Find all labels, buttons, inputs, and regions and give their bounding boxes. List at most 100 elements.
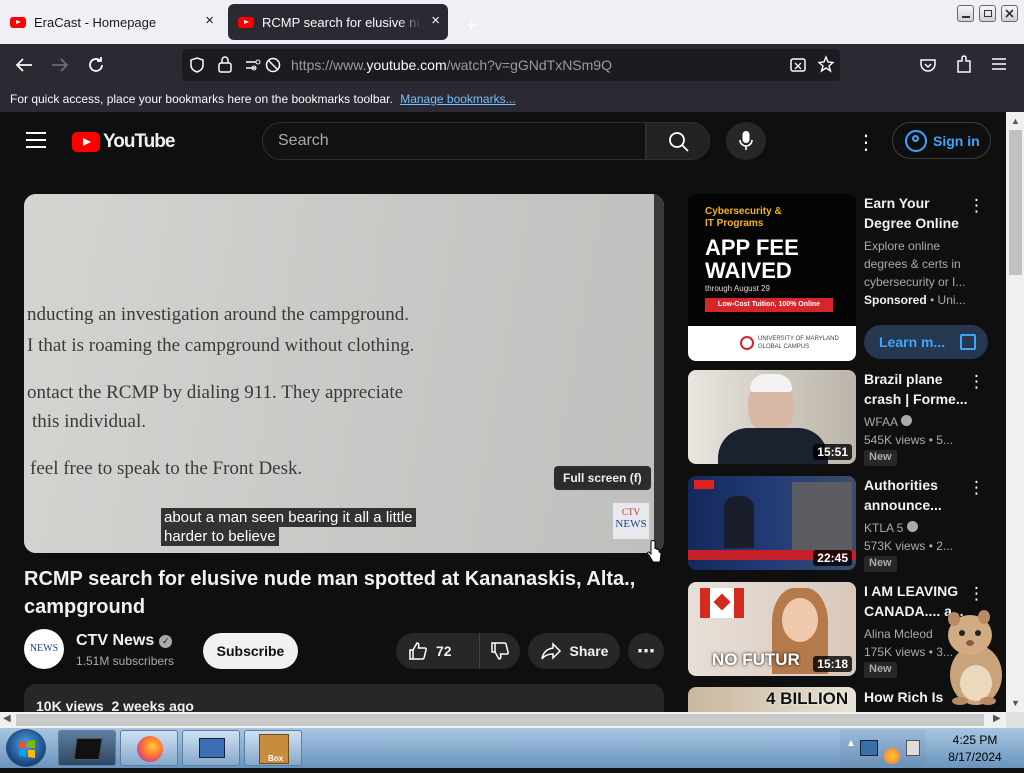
show-hidden-icons[interactable]: ▲	[846, 738, 856, 749]
tab-rcmp-video[interactable]: RCMP search for elusive nude man spotted…	[228, 4, 448, 40]
ad-thumbnail[interactable]: Cybersecurity & IT Programs APP FEE WAIVED…	[688, 194, 856, 361]
pocket-icon[interactable]	[919, 56, 937, 74]
ctv-news-watermark: CTV NEWS	[612, 502, 650, 540]
verified-check-icon	[906, 521, 918, 532]
video-title-link[interactable]: Authorities announce...	[864, 475, 974, 515]
search-input[interactable]: Search	[262, 122, 646, 160]
close-tab-icon[interactable]: ×	[205, 13, 214, 29]
thumb-person	[792, 482, 852, 550]
scroll-down-icon[interactable]: ▼	[1011, 698, 1020, 708]
start-button[interactable]	[6, 729, 46, 767]
new-badge: New	[864, 450, 897, 466]
system-tray: ▲	[840, 730, 926, 766]
video-menu-icon[interactable]: ⋮	[968, 478, 985, 498]
bookmarks-hint: For quick access, place your bookmarks h…	[10, 92, 393, 106]
notice-text-line: feel free to speak to the Front Desk.	[30, 458, 303, 479]
taskbar-box-app[interactable]: Box	[244, 730, 302, 766]
scroll-right-icon[interactable]: ▶	[993, 713, 1001, 724]
horizontal-scroll-thumb[interactable]	[16, 714, 984, 726]
youtube-logo[interactable]: YouTube	[72, 131, 175, 153]
notice-text-line: ontact the RCMP by dialing 911. They app…	[27, 382, 404, 403]
learn-more-button[interactable]: Learn m...	[864, 325, 988, 359]
channel-name[interactable]: CTV News ✓	[76, 632, 173, 650]
video-thumbnail[interactable]: 22:45	[688, 476, 856, 570]
dislike-button[interactable]	[480, 633, 520, 669]
share-button[interactable]: Share	[528, 633, 620, 669]
horizontal-scrollbar[interactable]: ◀ ▶	[0, 712, 1006, 728]
network-icon[interactable]	[906, 740, 920, 756]
thumb-suit	[718, 428, 828, 464]
video-channel: KTLA 5	[864, 519, 974, 537]
bookmark-star-icon[interactable]	[817, 55, 835, 73]
verified-check-icon: ✓	[159, 635, 173, 648]
voice-search-button[interactable]	[726, 122, 766, 160]
youtube-header: YouTube Search ⋮ Sign in	[0, 112, 1006, 170]
lock-icon[interactable]	[217, 55, 233, 73]
shield-icon[interactable]	[188, 56, 206, 74]
video-thumbnail[interactable]: 15:51	[688, 370, 856, 464]
extensions-icon[interactable]	[955, 55, 973, 75]
browser-tab-bar: EraCast - Homepage × RCMP search for elu…	[0, 0, 1024, 44]
video-frame-edge	[654, 194, 664, 553]
video-thumbnail[interactable]: NO FUTUR 15:18	[688, 582, 856, 676]
address-bar[interactable]: https://www.youtube.com/watch?v=gGNdTxNS…	[182, 49, 840, 81]
video-menu-icon[interactable]: ⋮	[968, 584, 985, 604]
computer-icon	[199, 738, 225, 758]
scroll-up-icon[interactable]: ▲	[1011, 116, 1020, 126]
external-link-icon	[960, 334, 976, 350]
notice-text-line: nducting an investigation around the cam…	[27, 304, 410, 325]
thumb-overlay-text: NO FUTUR	[712, 650, 800, 669]
video-channel: WFAA	[864, 413, 974, 431]
like-dislike-group: 72	[396, 633, 520, 669]
video-thumbnail[interactable]: 4 BILLION	[688, 687, 856, 712]
windows-taskbar: Box ▲ 4:25 PM 8/17/2024	[0, 728, 1024, 768]
tab-title: RCMP search for elusive nude man spotted…	[262, 14, 422, 30]
video-menu-icon[interactable]: ⋮	[968, 372, 985, 392]
new-tab-button[interactable]: +	[456, 8, 488, 44]
reload-icon[interactable]	[86, 55, 106, 75]
thumb-face	[782, 598, 818, 642]
manage-bookmarks-link[interactable]: Manage bookmarks...	[400, 92, 515, 106]
application-menu-icon[interactable]	[991, 57, 1007, 71]
caption-line: harder to believe	[161, 527, 279, 546]
taskbar-network-app[interactable]	[182, 730, 240, 766]
forward-arrow-icon[interactable]	[50, 56, 70, 74]
video-title-link[interactable]: Brazil plane crash | Forme...	[864, 369, 974, 409]
tray-app-icon[interactable]	[860, 740, 878, 756]
ad-headline: APP FEE WAIVED	[705, 235, 799, 283]
thumb-overlay-text: 4 BILLION	[766, 689, 849, 708]
youtube-favicon-icon	[10, 16, 26, 28]
like-button[interactable]: 72	[396, 633, 480, 669]
ad-thumb-text: Cybersecurity & IT Programs	[705, 206, 782, 229]
restore-window-button[interactable]	[979, 5, 996, 22]
back-arrow-icon[interactable]	[14, 56, 34, 74]
minimize-window-button[interactable]	[957, 5, 974, 22]
ad-menu-icon[interactable]: ⋮	[968, 196, 985, 216]
permissions-icon[interactable]	[244, 56, 282, 74]
ad-title[interactable]: Earn Your Degree Online	[864, 193, 974, 233]
close-window-button[interactable]	[1001, 5, 1018, 22]
channel-avatar[interactable]: NEWS	[24, 629, 64, 669]
translate-page-icon[interactable]	[789, 56, 807, 74]
window-icon	[73, 738, 103, 760]
settings-more-icon[interactable]: ⋮	[856, 130, 876, 154]
taskbar-firefox[interactable]	[120, 730, 178, 766]
search-button[interactable]	[646, 122, 710, 160]
subscribe-button[interactable]: Subscribe	[203, 633, 298, 669]
more-actions-button[interactable]: ⋯	[628, 633, 664, 669]
tab-eracast[interactable]: EraCast - Homepage ×	[0, 4, 222, 40]
video-duration: 22:45	[813, 550, 852, 566]
close-tab-icon[interactable]: ×	[431, 13, 440, 29]
system-clock[interactable]: 4:25 PM 8/17/2024	[930, 732, 1020, 766]
scroll-left-icon[interactable]: ◀	[3, 713, 11, 724]
video-player[interactable]: nducting an investigation around the cam…	[24, 194, 664, 553]
vertical-scrollbar[interactable]: ▲ ▼	[1006, 112, 1024, 712]
canada-flag-icon	[700, 588, 744, 618]
taskbar-app-window[interactable]	[58, 730, 116, 766]
sign-in-button[interactable]: Sign in	[892, 122, 991, 159]
vertical-scroll-thumb[interactable]	[1009, 130, 1022, 275]
guide-menu-icon[interactable]	[26, 132, 46, 148]
tray-firefox-icon[interactable]	[884, 748, 900, 764]
video-frame	[24, 194, 654, 553]
share-arrow-icon	[540, 642, 561, 660]
